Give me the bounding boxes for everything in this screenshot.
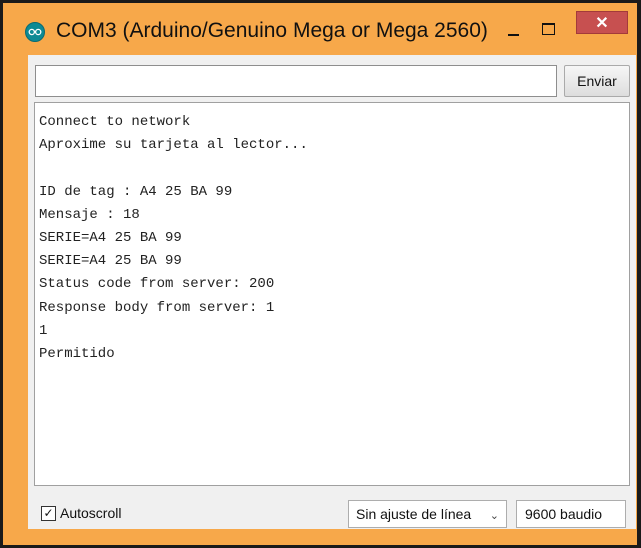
line-ending-value: Sin ajuste de línea [356, 506, 472, 522]
output-line: ID de tag : A4 25 BA 99 [39, 183, 233, 200]
arduino-logo-icon [25, 22, 45, 42]
output-line: SERIE=A4 25 BA 99 [39, 229, 182, 246]
output-line: Response body from server: 1 [39, 299, 275, 316]
window-title: COM3 (Arduino/Genuino Mega or Mega 2560) [56, 19, 488, 42]
chevron-down-icon: ⌄ [489, 510, 499, 522]
output-line: Connect to network [39, 114, 191, 130]
output-line: Mensaje : 18 [39, 206, 140, 223]
serial-monitor-window: COM3 (Arduino/Genuino Mega or Mega 2560)… [0, 0, 641, 548]
output-line: Aproxime su tarjeta al lector... [39, 137, 308, 154]
close-button[interactable]: ✕ [576, 11, 628, 34]
close-icon: ✕ [595, 14, 609, 32]
output-line: Status code from server: 200 [39, 276, 275, 293]
autoscroll-label[interactable]: Autoscroll [60, 505, 121, 521]
output-line: SERIE=A4 25 BA 99 [39, 253, 182, 270]
autoscroll-checkbox[interactable]: ✓ [41, 506, 56, 521]
output-line: Permitido [39, 345, 115, 362]
check-icon: ✓ [43, 506, 54, 520]
title-bar[interactable]: COM3 (Arduino/Genuino Mega or Mega 2560)… [3, 3, 637, 55]
baud-rate-select[interactable]: 9600 baudio [516, 500, 626, 528]
maximize-icon[interactable] [534, 17, 562, 43]
send-button[interactable]: Enviar [564, 65, 630, 97]
minimize-icon[interactable] [500, 17, 528, 43]
send-input[interactable] [35, 65, 557, 97]
baud-rate-value: 9600 baudio [525, 506, 603, 522]
line-ending-select[interactable]: Sin ajuste de línea ⌄ [348, 500, 507, 528]
status-bar: ✓ Autoscroll Sin ajuste de línea ⌄ 9600 … [28, 491, 636, 529]
output-line: 1 [39, 322, 48, 339]
serial-output[interactable]: Connect to network Aproxime su tarjeta al… [34, 102, 630, 486]
serial-monitor-body: Enviar Connect to network Aproxime su tar… [28, 55, 636, 529]
